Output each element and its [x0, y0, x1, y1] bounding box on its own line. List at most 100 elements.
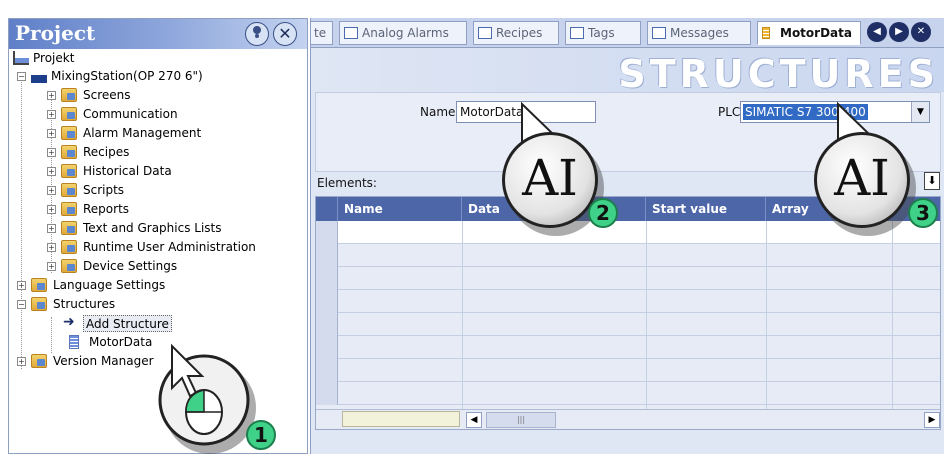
tab-scroll-right-icon[interactable]: ▶	[889, 22, 909, 42]
user-admin-folder-icon	[61, 240, 77, 254]
close-icon[interactable]: ✕	[273, 22, 297, 46]
expand-icon[interactable]: +	[47, 167, 56, 176]
step-badge-3: 3	[908, 198, 938, 228]
table-row[interactable]	[316, 359, 940, 382]
expand-icon[interactable]: +	[47, 186, 56, 195]
tab-messages[interactable]: Messages	[647, 21, 751, 45]
tab-label: Tags	[588, 26, 615, 40]
table-row[interactable]	[316, 244, 940, 267]
recipes-folder-icon	[61, 145, 77, 159]
expand-icon[interactable]: +	[47, 243, 56, 252]
tags-icon	[570, 27, 584, 39]
name-label: Name	[420, 105, 456, 119]
device-icon	[31, 75, 47, 83]
version-folder-icon	[31, 354, 47, 368]
row-header[interactable]	[316, 290, 338, 313]
tree-item-label: Structures	[53, 297, 116, 311]
tree-item-label: Alarm Management	[83, 126, 202, 140]
tree-item-label: Add Structure	[83, 315, 172, 332]
scroll-thumb[interactable]: |||	[486, 412, 556, 428]
row-header[interactable]	[316, 244, 338, 267]
tree-item-label: Recipes	[83, 145, 130, 159]
plc-label: PLC	[718, 105, 741, 119]
tab-motordata[interactable]: MotorData	[757, 21, 861, 45]
language-folder-icon	[31, 278, 47, 292]
row-header[interactable]	[316, 359, 338, 382]
tab-tags[interactable]: Tags	[565, 21, 641, 45]
tree-item-label: Language Settings	[53, 278, 166, 292]
tree-connector	[21, 77, 22, 369]
expand-icon[interactable]: +	[47, 110, 56, 119]
structure-doc-icon	[69, 335, 79, 349]
expand-icon[interactable]: +	[47, 91, 56, 100]
tab-label: MotorData	[780, 26, 852, 40]
column-divider	[462, 221, 463, 409]
pin-icon[interactable]	[245, 22, 269, 46]
table-row[interactable]	[316, 382, 940, 405]
structures-folder-icon	[31, 297, 47, 311]
text-lists-folder-icon	[61, 221, 77, 235]
row-header[interactable]	[316, 267, 338, 290]
collapse-icon[interactable]: −	[17, 72, 26, 81]
column-header-name[interactable]: Name	[338, 197, 462, 221]
tree-item-label: MixingStation(OP 270 6")	[51, 69, 203, 83]
cell-info-box	[342, 411, 460, 427]
horizontal-scrollbar[interactable]: ◀ ||| ▶	[316, 409, 940, 429]
tree-item-label: Historical Data	[83, 164, 172, 178]
row-header[interactable]	[316, 221, 338, 244]
expand-icon[interactable]: +	[17, 281, 26, 290]
editor-title-area: STRUCTURES	[311, 48, 944, 96]
column-divider	[646, 221, 647, 409]
row-header-corner	[316, 197, 338, 221]
row-header[interactable]	[316, 336, 338, 359]
column-header-start-value[interactable]: Start value	[646, 197, 766, 221]
row-header[interactable]	[316, 313, 338, 336]
tree-item-label: Device Settings	[83, 259, 178, 273]
tree-item-label: Projekt	[33, 51, 75, 65]
add-arrow-icon	[63, 313, 79, 332]
cursor-glyph: AI	[834, 149, 890, 207]
collapse-icon[interactable]: −	[17, 300, 26, 309]
messages-icon	[652, 27, 666, 39]
screens-folder-icon	[61, 88, 77, 102]
expand-icon[interactable]: +	[17, 357, 26, 366]
expand-icon[interactable]: +	[47, 224, 56, 233]
expand-icon[interactable]: +	[47, 262, 56, 271]
expand-icon[interactable]: +	[47, 129, 56, 138]
close-editor-icon[interactable]: ✕	[911, 22, 931, 42]
tab-previous-partial[interactable]: te	[311, 21, 333, 45]
table-row[interactable]	[316, 336, 940, 359]
tab-recipes[interactable]: Recipes	[473, 21, 559, 45]
tree-connector	[51, 317, 52, 353]
expand-icon[interactable]: +	[47, 205, 56, 214]
column-divider	[766, 221, 767, 409]
tree-item-label: Screens	[83, 88, 131, 102]
table-row[interactable]	[316, 267, 940, 290]
table-row[interactable]	[316, 290, 940, 313]
callout-1: 1	[152, 336, 282, 458]
tab-analog-alarms[interactable]: Analog Alarms	[339, 21, 467, 45]
tree-item-label: Version Manager	[53, 354, 154, 368]
callout-3: AI 3	[800, 98, 944, 238]
tab-label: te	[314, 26, 327, 40]
tree-item-label: Text and Graphics Lists	[83, 221, 222, 235]
historical-data-folder-icon	[61, 164, 77, 178]
tab-label: Analog Alarms	[362, 26, 449, 40]
table-row[interactable]	[316, 313, 940, 336]
tree-item-label: Scripts	[83, 183, 125, 197]
column-divider	[892, 221, 893, 409]
tab-label: Messages	[670, 26, 729, 40]
tree-item-label: Runtime User Administration	[83, 240, 256, 254]
tab-scroll-left-icon[interactable]: ◀	[867, 22, 887, 42]
project-icon	[13, 51, 29, 65]
communication-folder-icon	[61, 107, 77, 121]
row-header[interactable]	[316, 382, 338, 405]
step-badge-1: 1	[246, 420, 276, 450]
tab-bar: te Analog Alarms Recipes Tags Messages M…	[311, 18, 944, 48]
elements-label: Elements:	[317, 176, 377, 190]
expand-icon[interactable]: +	[47, 148, 56, 157]
scroll-right-icon[interactable]: ▶	[924, 412, 940, 428]
project-panel-header: Project ✕	[9, 19, 307, 49]
project-panel-title: Project	[15, 21, 96, 45]
scroll-left-icon[interactable]: ◀	[466, 412, 482, 428]
